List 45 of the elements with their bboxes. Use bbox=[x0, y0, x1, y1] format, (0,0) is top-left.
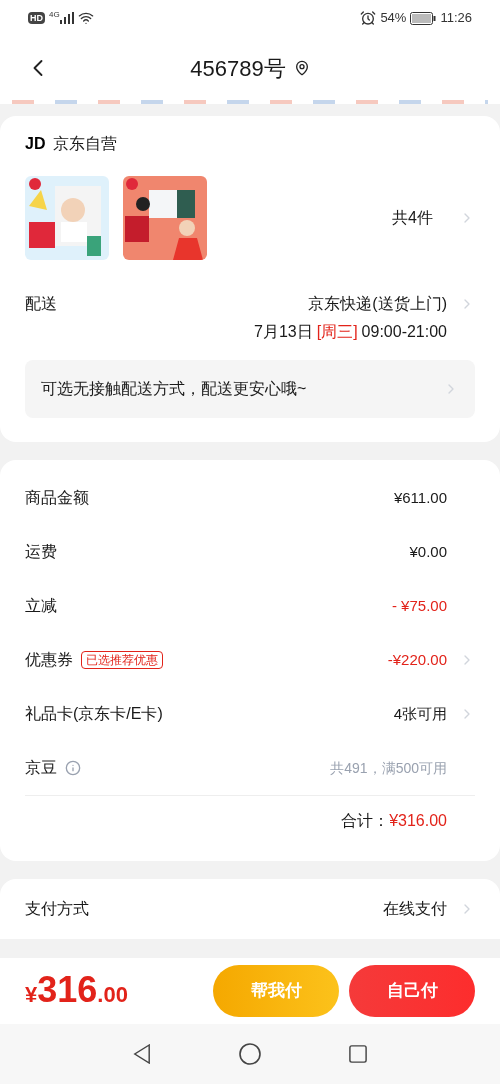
pay-myself-button[interactable]: 自己付 bbox=[349, 965, 475, 1017]
row-value: - ¥75.00 bbox=[391, 595, 447, 616]
back-nav-icon[interactable] bbox=[133, 1044, 151, 1064]
shop-name: 京东自营 bbox=[53, 134, 118, 154]
signal-icon bbox=[59, 12, 74, 24]
item-count[interactable]: 共4件 bbox=[392, 206, 433, 230]
row-value[interactable]: -¥220.00 bbox=[387, 648, 447, 672]
total-label: 合计： bbox=[341, 810, 390, 831]
battery-icon bbox=[410, 11, 437, 25]
row-label: 京豆 bbox=[25, 758, 57, 778]
home-nav-icon[interactable] bbox=[239, 1043, 261, 1065]
alarm-icon bbox=[360, 10, 377, 26]
row-label: 优惠券 bbox=[25, 650, 73, 670]
shop-logo: JD bbox=[25, 134, 46, 154]
row-value[interactable]: 4张可用 bbox=[393, 702, 447, 726]
row-value: ¥0.00 bbox=[409, 541, 447, 562]
payment-label: 支付方式 bbox=[25, 899, 89, 919]
wifi-icon bbox=[77, 10, 94, 26]
delivery-weekday: [周三] bbox=[316, 322, 358, 342]
row-value: ¥611.00 bbox=[393, 487, 447, 508]
recommendation-tag: 已选推荐优惠 bbox=[81, 651, 163, 669]
page-title: 456789号 bbox=[190, 54, 286, 83]
total-amount: ¥316.00 bbox=[389, 810, 447, 831]
row-label: 立减 bbox=[25, 596, 57, 616]
hd-badge: HD bbox=[28, 12, 45, 24]
location-pin-icon bbox=[293, 60, 310, 76]
delivery-time: 09:00-21:00 bbox=[361, 322, 447, 342]
total-price: 316 bbox=[37, 971, 98, 1008]
payment-method[interactable]: 在线支付 bbox=[383, 897, 447, 921]
row-label: 商品金额 bbox=[25, 488, 89, 508]
delivery-date: 7月13日 bbox=[254, 322, 313, 342]
delivery-label: 配送 bbox=[25, 294, 57, 314]
row-value: 共491，满500可用 bbox=[330, 758, 447, 778]
network-label: 4G bbox=[49, 9, 60, 21]
row-label: 礼品卡(京东卡/E卡) bbox=[25, 704, 163, 724]
contactless-notice[interactable]: 可选无接触配送方式，配送更安心哦~ bbox=[25, 360, 475, 418]
delivery-method[interactable]: 京东快递(送货上门) bbox=[308, 292, 447, 316]
currency-sign: ¥ bbox=[25, 981, 38, 1009]
notice-text: 可选无接触配送方式，配送更安心哦~ bbox=[41, 379, 307, 399]
info-icon bbox=[65, 760, 81, 776]
battery-percent: 54% bbox=[380, 9, 407, 28]
clock-time: 11:26 bbox=[440, 9, 472, 28]
price-decimals: .00 bbox=[97, 980, 128, 1009]
recent-apps-icon[interactable] bbox=[349, 1045, 367, 1063]
row-label: 运费 bbox=[25, 542, 57, 562]
